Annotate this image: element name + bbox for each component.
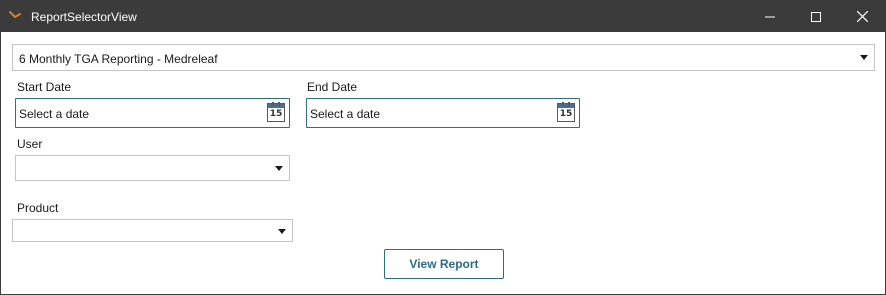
start-date-label: Start Date [17,80,72,94]
close-button[interactable] [839,1,885,32]
report-select[interactable]: 6 Monthly TGA Reporting - Medreleaf [12,44,875,71]
report-selector-window: ReportSelectorView 6 Monthly TGA Reporti… [0,0,886,295]
title-bar[interactable]: ReportSelectorView [1,1,885,32]
minimize-button[interactable] [747,1,793,32]
view-report-button[interactable]: View Report [384,249,504,279]
chevron-down-icon [275,166,283,171]
end-date-picker[interactable]: Select a date 15 [306,98,580,128]
user-label: User [17,137,43,151]
end-date-label: End Date [307,80,358,94]
calendar-icon[interactable]: 15 [557,102,575,122]
report-select-value: 6 Monthly TGA Reporting - Medreleaf [19,52,218,66]
maximize-button[interactable] [793,1,839,32]
start-date-placeholder: Select a date [19,107,90,121]
chevron-down-icon [860,55,868,60]
window-title: ReportSelectorView [31,10,137,24]
calendar-icon[interactable]: 15 [267,102,285,122]
end-date-placeholder: Select a date [310,107,381,121]
app-logo-icon [9,11,21,19]
calendar-icon-day: 15 [269,109,283,119]
product-select[interactable] [12,219,293,242]
user-select[interactable] [15,155,290,181]
calendar-icon-day: 15 [559,109,573,119]
maximize-icon [811,11,821,22]
product-label: Product [17,201,59,215]
chevron-down-icon [278,229,286,234]
close-icon [856,11,868,22]
minimize-icon [765,16,775,17]
start-date-picker[interactable]: Select a date 15 [15,98,290,128]
